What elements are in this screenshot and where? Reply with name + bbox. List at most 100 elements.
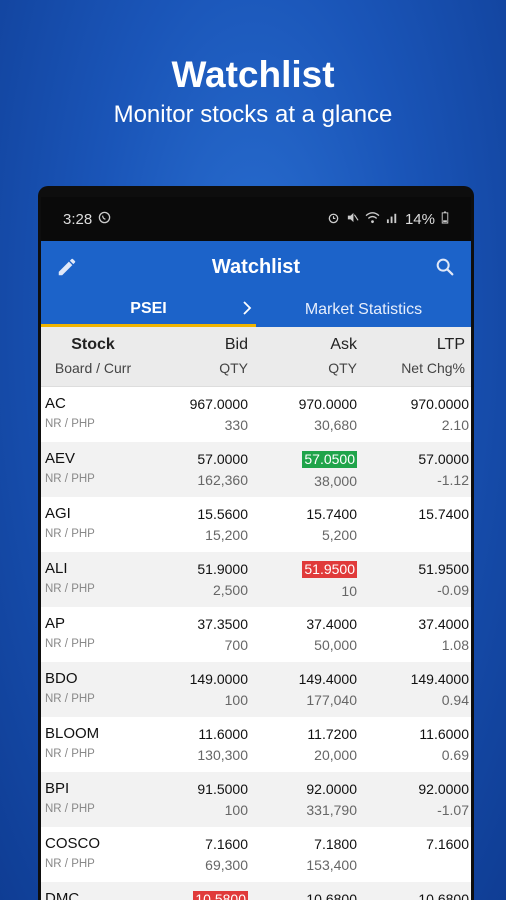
stock-symbol: AP: [45, 615, 66, 632]
bid-qty: 700: [224, 637, 248, 653]
stock-symbol: BPI: [45, 780, 70, 797]
bid-price: 967.0000: [189, 396, 248, 412]
ltp-price: 149.4000: [410, 671, 469, 687]
ask-qty: 10: [341, 583, 357, 599]
bid-price-highlight: 10.5800: [193, 891, 248, 900]
stock-board: NR / PHP: [45, 693, 95, 705]
net-change: 0.69: [441, 747, 469, 763]
tab-market-statistics[interactable]: Market Statistics: [256, 293, 471, 327]
battery-percent: 14%: [404, 210, 435, 228]
ask-qty: 38,000: [314, 473, 357, 489]
stock-board: NR / PHP: [45, 583, 95, 595]
stock-symbol: COSCO: [45, 835, 101, 852]
bid-qty: 15,200: [205, 527, 248, 543]
tab-psei-label: PSEI: [130, 299, 167, 317]
mute-icon: [346, 211, 359, 227]
bid-qty: 2,500: [212, 582, 248, 598]
header-bid-qty: QTY: [219, 360, 248, 376]
ask-qty: 331,790: [306, 802, 357, 818]
bid-price: 149.0000: [189, 671, 248, 687]
bid-price: 15.5600: [197, 506, 248, 522]
stock-symbol: ALI: [45, 560, 68, 577]
whatsapp-icon: [98, 211, 111, 227]
status-time: 3:28: [63, 210, 93, 228]
stock-board: NR / PHP: [45, 418, 95, 430]
stock-board: NR / PHP: [45, 748, 95, 760]
ltp-price: 57.0000: [418, 451, 469, 467]
wifi-icon: [365, 211, 380, 227]
stock-board: NR / PHP: [45, 858, 95, 870]
stock-board: NR / PHP: [45, 803, 95, 815]
net-change: [363, 852, 471, 857]
table-row[interactable]: COSCO NR / PHP 7.1600 69,300 7.1800 153,400 7.…: [41, 827, 471, 882]
ask-qty: 5,200: [321, 527, 357, 543]
promo-title: Watchlist: [171, 54, 335, 95]
stock-symbol: BLOOM: [45, 725, 100, 742]
header-bid[interactable]: Bid: [141, 327, 254, 354]
bid-price: 11.6000: [198, 726, 248, 742]
ask-price: 15.7400: [306, 506, 357, 522]
table-row[interactable]: AGI NR / PHP 15.5600 15,200 15.7400 5,200 15.7…: [41, 497, 471, 552]
ltp-price: 92.0000: [418, 781, 469, 797]
net-change: 2.10: [441, 417, 469, 433]
ask-qty: 153,400: [306, 857, 357, 873]
ltp-price: 970.0000: [410, 396, 469, 412]
net-change: -1.07: [437, 802, 469, 818]
battery-icon: [441, 211, 449, 227]
header-ask[interactable]: Ask: [254, 327, 363, 354]
bid-qty: 130,300: [197, 747, 248, 763]
pencil-icon[interactable]: [53, 253, 81, 281]
table-row[interactable]: BDO NR / PHP 149.0000 100 149.4000 177,040 149…: [41, 662, 471, 717]
ask-price: 51.9500: [254, 552, 363, 578]
ask-price-highlight: 51.9500: [302, 561, 357, 578]
table-row[interactable]: BLOOM NR / PHP 11.6000 130,300 11.7200 20,000…: [41, 717, 471, 772]
ask-price: 10.6800: [306, 891, 357, 900]
alarm-icon: [327, 211, 340, 227]
stock-symbol: AC: [45, 395, 66, 412]
table-row[interactable]: AEV NR / PHP 57.0000 162,360 57.0500 38,000 57…: [41, 442, 471, 497]
bid-price: 7.1600: [205, 836, 248, 852]
net-change: -1.12: [437, 472, 469, 488]
tab-bar: PSEI Market Statistics: [41, 293, 471, 327]
ask-price: 57.0500: [254, 442, 363, 468]
bid-price: 51.9000: [197, 561, 248, 577]
ask-price: 11.7200: [307, 726, 357, 742]
table-row[interactable]: AP NR / PHP 37.3500 700 37.4000 50,000 37.4000…: [41, 607, 471, 662]
ltp-price: 10.6800: [418, 891, 469, 900]
ask-qty: 50,000: [314, 637, 357, 653]
header-ask-qty: QTY: [328, 360, 357, 376]
bid-price: 10.5800: [141, 882, 254, 900]
ltp-price: 11.6000: [419, 726, 469, 742]
net-change: -0.09: [437, 582, 469, 598]
bid-price: 91.5000: [197, 781, 248, 797]
app-bar: Watchlist: [41, 241, 471, 293]
ask-price: 37.4000: [306, 616, 357, 632]
stock-board: NR / PHP: [45, 473, 95, 485]
tab-psei[interactable]: PSEI: [41, 293, 256, 327]
ltp-price: 15.7400: [418, 506, 469, 522]
chevron-right-icon[interactable]: [240, 299, 254, 322]
ask-price-highlight: 57.0500: [302, 451, 357, 468]
bid-qty: 69,300: [205, 857, 248, 873]
stock-board: NR / PHP: [45, 528, 95, 540]
stock-symbol: AEV: [45, 450, 76, 467]
table-row[interactable]: AC NR / PHP 967.0000 330 970.0000 30,680 970.0…: [41, 387, 471, 442]
ltp-price: 51.9500: [418, 561, 469, 577]
header-ltp[interactable]: LTP: [363, 327, 471, 354]
ask-price: 92.0000: [306, 781, 357, 797]
stock-board: NR / PHP: [45, 638, 95, 650]
table-row[interactable]: DMCNR / PHP10.580010.680010.6800: [41, 882, 471, 900]
ltp-price: 37.4000: [418, 616, 469, 632]
ask-qty: 30,680: [314, 417, 357, 433]
ltp-price: 7.1600: [426, 836, 469, 852]
app-title: Watchlist: [211, 255, 301, 278]
tab-market-statistics-label: Market Statistics: [304, 301, 423, 318]
bid-qty: 162,360: [197, 472, 248, 488]
bid-price: 57.0000: [197, 451, 248, 467]
header-board-curr: Board / Curr: [54, 360, 132, 376]
table-row[interactable]: ALI NR / PHP 51.9000 2,500 51.9500 10 51.9500 -…: [41, 552, 471, 607]
header-stock[interactable]: Stock: [41, 327, 141, 354]
ask-price: 970.0000: [298, 396, 357, 412]
table-row[interactable]: BPI NR / PHP 91.5000 100 92.0000 331,790 92.00…: [41, 772, 471, 827]
search-icon[interactable]: [431, 253, 459, 281]
